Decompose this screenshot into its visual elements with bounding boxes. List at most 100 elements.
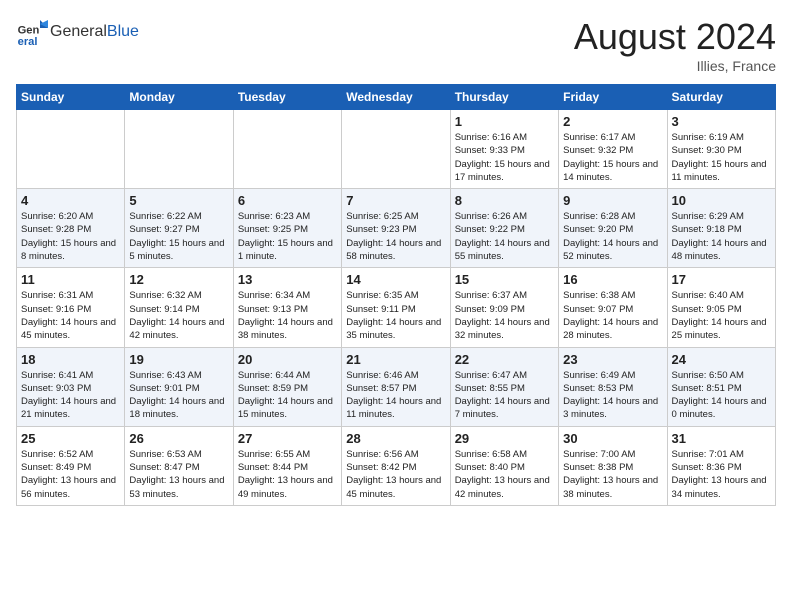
header-tuesday: Tuesday [233, 85, 341, 110]
calendar-week-row: 18 Sunrise: 6:41 AM Sunset: 9:03 PM Dayli… [17, 347, 776, 426]
day-info: Sunrise: 6:17 AM Sunset: 9:32 PM Dayligh… [563, 131, 662, 184]
day-info: Sunrise: 6:29 AM Sunset: 9:18 PM Dayligh… [672, 210, 771, 263]
calendar-day-cell [125, 110, 233, 189]
calendar-table: Sunday Monday Tuesday Wednesday Thursday… [16, 84, 776, 506]
day-number: 26 [129, 431, 228, 446]
day-number: 20 [238, 352, 337, 367]
day-number: 3 [672, 114, 771, 129]
calendar-day-cell: 10 Sunrise: 6:29 AM Sunset: 9:18 PM Dayli… [667, 189, 775, 268]
day-info: Sunrise: 6:20 AM Sunset: 9:28 PM Dayligh… [21, 210, 120, 263]
logo-icon: Gen eral [16, 16, 48, 48]
day-number: 28 [346, 431, 445, 446]
header-wednesday: Wednesday [342, 85, 450, 110]
calendar-day-cell: 4 Sunrise: 6:20 AM Sunset: 9:28 PM Daylig… [17, 189, 125, 268]
day-info: Sunrise: 7:01 AM Sunset: 8:36 PM Dayligh… [672, 448, 771, 501]
day-info: Sunrise: 6:55 AM Sunset: 8:44 PM Dayligh… [238, 448, 337, 501]
day-info: Sunrise: 6:16 AM Sunset: 9:33 PM Dayligh… [455, 131, 554, 184]
day-number: 4 [21, 193, 120, 208]
day-info: Sunrise: 6:41 AM Sunset: 9:03 PM Dayligh… [21, 369, 120, 422]
calendar-day-cell: 29 Sunrise: 6:58 AM Sunset: 8:40 PM Dayli… [450, 426, 558, 505]
day-number: 17 [672, 272, 771, 287]
svg-text:eral: eral [18, 36, 38, 48]
day-number: 22 [455, 352, 554, 367]
day-info: Sunrise: 6:58 AM Sunset: 8:40 PM Dayligh… [455, 448, 554, 501]
svg-text:Gen: Gen [18, 25, 40, 37]
logo-general-text: General [50, 23, 107, 40]
calendar-day-cell: 13 Sunrise: 6:34 AM Sunset: 9:13 PM Dayli… [233, 268, 341, 347]
calendar-day-cell: 1 Sunrise: 6:16 AM Sunset: 9:33 PM Daylig… [450, 110, 558, 189]
header-saturday: Saturday [667, 85, 775, 110]
calendar-header: Sunday Monday Tuesday Wednesday Thursday… [17, 85, 776, 110]
calendar-day-cell: 18 Sunrise: 6:41 AM Sunset: 9:03 PM Dayli… [17, 347, 125, 426]
calendar-day-cell: 14 Sunrise: 6:35 AM Sunset: 9:11 PM Dayli… [342, 268, 450, 347]
day-number: 13 [238, 272, 337, 287]
day-number: 16 [563, 272, 662, 287]
header-thursday: Thursday [450, 85, 558, 110]
day-number: 23 [563, 352, 662, 367]
calendar-day-cell: 25 Sunrise: 6:52 AM Sunset: 8:49 PM Dayli… [17, 426, 125, 505]
day-info: Sunrise: 6:52 AM Sunset: 8:49 PM Dayligh… [21, 448, 120, 501]
calendar-day-cell: 11 Sunrise: 6:31 AM Sunset: 9:16 PM Dayli… [17, 268, 125, 347]
calendar-day-cell [17, 110, 125, 189]
day-number: 24 [672, 352, 771, 367]
calendar-day-cell: 20 Sunrise: 6:44 AM Sunset: 8:59 PM Dayli… [233, 347, 341, 426]
calendar-week-row: 11 Sunrise: 6:31 AM Sunset: 9:16 PM Dayli… [17, 268, 776, 347]
day-number: 19 [129, 352, 228, 367]
day-number: 5 [129, 193, 228, 208]
calendar-day-cell [342, 110, 450, 189]
calendar-day-cell: 30Sunrise: 7:00 AM Sunset: 8:38 PM Dayli… [559, 426, 667, 505]
day-info: Sunrise: 6:26 AM Sunset: 9:22 PM Dayligh… [455, 210, 554, 263]
day-info: Sunrise: 6:46 AM Sunset: 8:57 PM Dayligh… [346, 369, 445, 422]
day-info: Sunrise: 6:23 AM Sunset: 9:25 PM Dayligh… [238, 210, 337, 263]
calendar-day-cell: 8 Sunrise: 6:26 AM Sunset: 9:22 PM Daylig… [450, 189, 558, 268]
day-number: 31 [672, 431, 771, 446]
title-block: August 2024 Illies, France [574, 16, 776, 74]
day-number: 12 [129, 272, 228, 287]
day-info: Sunrise: 6:34 AM Sunset: 9:13 PM Dayligh… [238, 289, 337, 342]
day-number: 6 [238, 193, 337, 208]
day-info: Sunrise: 6:28 AM Sunset: 9:20 PM Dayligh… [563, 210, 662, 263]
calendar-day-cell: 31 Sunrise: 7:01 AM Sunset: 8:36 PM Dayli… [667, 426, 775, 505]
day-number: 10 [672, 193, 771, 208]
calendar-day-cell: 3Sunrise: 6:19 AM Sunset: 9:30 PM Daylig… [667, 110, 775, 189]
day-number: 18 [21, 352, 120, 367]
day-number: 1 [455, 114, 554, 129]
day-number: 9 [563, 193, 662, 208]
day-number: 29 [455, 431, 554, 446]
day-number: 15 [455, 272, 554, 287]
day-info: Sunrise: 6:31 AM Sunset: 9:16 PM Dayligh… [21, 289, 120, 342]
calendar-day-cell: 22 Sunrise: 6:47 AM Sunset: 8:55 PM Dayli… [450, 347, 558, 426]
logo: Gen eral GeneralBlue [16, 16, 139, 48]
day-info: Sunrise: 6:40 AM Sunset: 9:05 PM Dayligh… [672, 289, 771, 342]
header-monday: Monday [125, 85, 233, 110]
day-info: Sunrise: 6:53 AM Sunset: 8:47 PM Dayligh… [129, 448, 228, 501]
day-info: Sunrise: 6:22 AM Sunset: 9:27 PM Dayligh… [129, 210, 228, 263]
day-number: 27 [238, 431, 337, 446]
day-info: Sunrise: 6:44 AM Sunset: 8:59 PM Dayligh… [238, 369, 337, 422]
calendar-day-cell: 2 Sunrise: 6:17 AM Sunset: 9:32 PM Daylig… [559, 110, 667, 189]
day-number: 8 [455, 193, 554, 208]
calendar-day-cell: 15 Sunrise: 6:37 AM Sunset: 9:09 PM Dayli… [450, 268, 558, 347]
header-friday: Friday [559, 85, 667, 110]
header-sunday: Sunday [17, 85, 125, 110]
day-info: Sunrise: 6:47 AM Sunset: 8:55 PM Dayligh… [455, 369, 554, 422]
day-info: Sunrise: 6:32 AM Sunset: 9:14 PM Dayligh… [129, 289, 228, 342]
day-info: Sunrise: 6:43 AM Sunset: 9:01 PM Dayligh… [129, 369, 228, 422]
day-number: 14 [346, 272, 445, 287]
day-info: Sunrise: 6:37 AM Sunset: 9:09 PM Dayligh… [455, 289, 554, 342]
day-info: Sunrise: 6:35 AM Sunset: 9:11 PM Dayligh… [346, 289, 445, 342]
location-subtitle: Illies, France [574, 58, 776, 74]
day-number: 7 [346, 193, 445, 208]
day-number: 25 [21, 431, 120, 446]
calendar-week-row: 4 Sunrise: 6:20 AM Sunset: 9:28 PM Daylig… [17, 189, 776, 268]
calendar-day-cell: 26 Sunrise: 6:53 AM Sunset: 8:47 PM Dayli… [125, 426, 233, 505]
calendar-day-cell: 28Sunrise: 6:56 AM Sunset: 8:42 PM Dayli… [342, 426, 450, 505]
day-info: Sunrise: 6:25 AM Sunset: 9:23 PM Dayligh… [346, 210, 445, 263]
day-info: Sunrise: 7:00 AM Sunset: 8:38 PM Dayligh… [563, 448, 662, 501]
day-number: 2 [563, 114, 662, 129]
calendar-day-cell: 5 Sunrise: 6:22 AM Sunset: 9:27 PM Daylig… [125, 189, 233, 268]
calendar-day-cell: 19 Sunrise: 6:43 AM Sunset: 9:01 PM Dayli… [125, 347, 233, 426]
calendar-day-cell: 16Sunrise: 6:38 AM Sunset: 9:07 PM Dayli… [559, 268, 667, 347]
day-number: 21 [346, 352, 445, 367]
day-number: 11 [21, 272, 120, 287]
